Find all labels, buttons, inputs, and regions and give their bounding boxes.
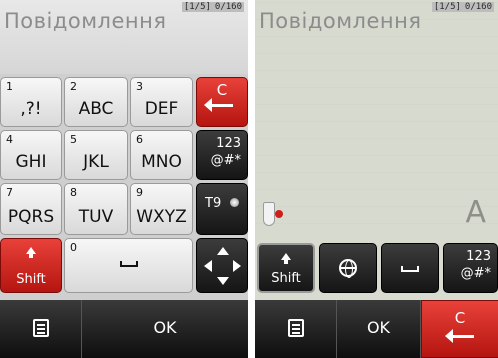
right-handwriting-screen: Повідомлення [1/5] 0/160 A Shift 123 @#* … [255,0,498,358]
handwriting-input-area[interactable]: Повідомлення [1/5] 0/160 A [255,0,498,240]
key-0-space[interactable]: 0 [64,238,193,293]
backspace-arrow-icon [445,329,474,343]
clear-button[interactable]: C [421,300,498,358]
shift-button[interactable]: Shift [257,243,315,293]
arrow-down-icon [217,277,229,285]
shift-arrow-icon [26,247,36,258]
character-counter: [1/5] 0/160 [181,2,244,12]
screen-divider [248,0,255,358]
input-mode-letter: A [465,195,486,230]
key-3[interactable]: 3 DEF [130,77,193,127]
message-title: Повідомлення [259,9,422,33]
key-label: ABC [78,99,114,119]
clear-button[interactable]: C [196,77,248,127]
page-indicator: [1/5] [433,2,461,12]
mode-123-button[interactable]: 123 @#* [443,243,498,293]
menu-icon [287,319,304,337]
t9-toggle-button[interactable]: T9 [196,183,248,235]
arrow-right-icon [233,260,241,272]
key-label: PQRS [7,207,55,227]
key-label: WXYZ [136,207,187,227]
key-9[interactable]: 9 WXYZ [130,183,193,235]
menu-button[interactable] [255,300,337,358]
key-1[interactable]: 1 ,?! [0,77,62,127]
key-label: JKL [83,152,109,172]
pen-indicator-icon [275,210,283,218]
key-label: MNO [141,152,182,172]
ok-button[interactable]: OK [337,300,421,358]
key-label: GHI [15,152,47,172]
space-icon [119,261,138,267]
key-4[interactable]: 4 GHI [0,130,62,180]
ok-button[interactable]: OK [82,300,248,358]
left-softkey-bar: OK [0,300,248,358]
right-softkey-bar: OK C [255,300,498,358]
menu-icon [32,319,49,337]
left-keypad-screen: Повідомлення [1/5] 0/160 1 ,?! 2 ABC 3 DE… [0,0,248,358]
navigation-dpad-button[interactable] [196,238,248,293]
key-8[interactable]: 8 TUV [64,183,128,235]
message-title: Повідомлення [4,9,167,33]
space-button[interactable] [381,243,439,293]
mode-123-button[interactable]: 123 @#* [196,130,248,180]
arrow-left-icon [204,260,212,272]
key-5[interactable]: 5 JKL [64,130,128,180]
language-button[interactable] [319,243,377,293]
menu-button[interactable] [0,300,82,358]
key-6[interactable]: 6 MNO [130,130,193,180]
key-label: DEF [144,99,179,119]
message-input-area[interactable]: Повідомлення [1/5] 0/160 [0,0,248,74]
key-2[interactable]: 2 ABC [64,77,128,127]
page-indicator: [1/5] [183,2,211,12]
t9-indicator-icon [230,198,239,207]
char-count: 0/160 [214,2,242,12]
pen-icon[interactable] [259,200,285,226]
character-counter: [1/5] 0/160 [431,2,494,12]
shift-button[interactable]: Shift [0,238,62,293]
shift-arrow-icon [281,253,291,264]
key-7[interactable]: 7 PQRS [0,183,62,235]
key-label: ,?! [20,99,42,119]
globe-icon [339,259,357,278]
key-label: TUV [78,207,114,227]
backspace-arrow-icon [204,98,233,112]
arrow-up-icon [217,247,229,255]
space-icon [401,266,419,272]
char-count: 0/160 [464,2,492,12]
